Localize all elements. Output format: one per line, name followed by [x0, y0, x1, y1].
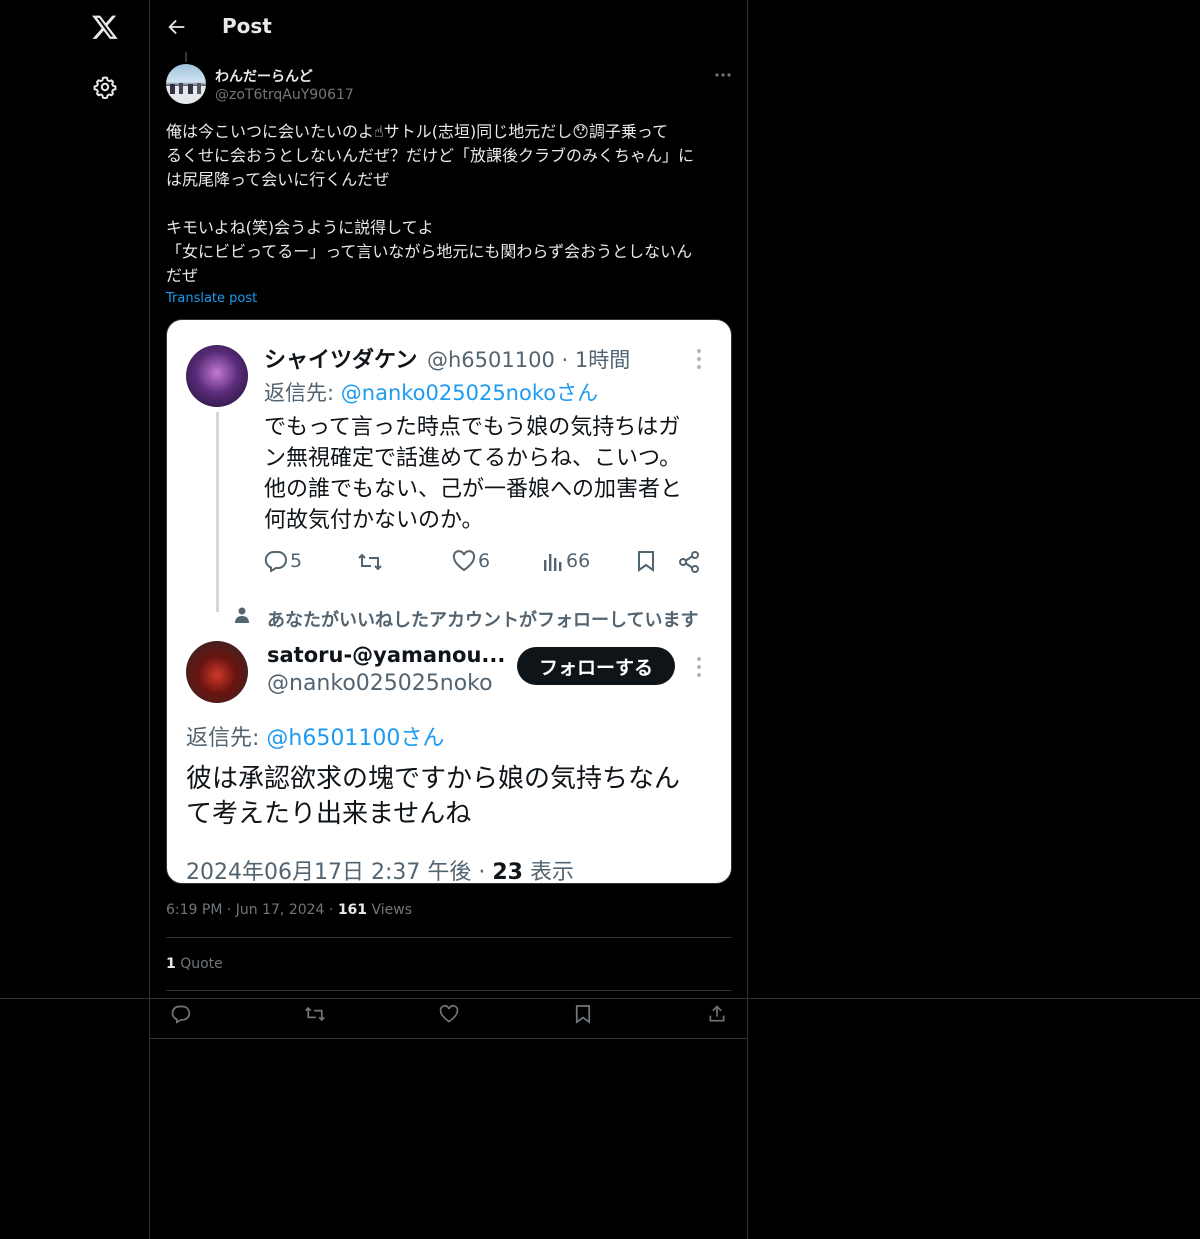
screenshot-more-icon [695, 348, 703, 374]
divider [166, 937, 732, 938]
screenshot-bookmark-icon [637, 550, 655, 576]
screenshot-repost-icon [357, 551, 383, 577]
screenshot-text-line: 彼は承認欲求の塊ですから娘の気持ちなん [186, 764, 681, 794]
x-logo-icon[interactable] [88, 10, 122, 44]
header: Post [150, 0, 747, 54]
gear-icon[interactable] [88, 70, 122, 104]
bookmark-icon[interactable] [572, 1003, 594, 1025]
screenshot-reply-count: 5 [290, 550, 303, 572]
avatar[interactable] [166, 64, 206, 104]
screenshot-view-label: 表示 [522, 860, 574, 884]
screenshot-handle-2: @nanko025025noko [267, 671, 493, 696]
quote-count: 1 [166, 956, 176, 972]
screenshot-text-line: ン無視確定で話進めてるからね、こいつ。 [264, 446, 682, 471]
screenshot-reply-to-2: @h6501100さん [266, 726, 445, 751]
user-handle[interactable]: @zoT6trqAuY90617 [215, 87, 354, 103]
translate-link[interactable]: Translate post [166, 291, 257, 306]
arrow-left-icon[interactable] [166, 16, 188, 38]
screenshot-text-2: 彼は承認欲求の塊ですから娘の気持ちなん て考えたり出来ませんね [186, 762, 680, 832]
screenshot-text-line: 他の誰でもない、己が一番娘への加害者と [264, 477, 683, 502]
quote-label: Quote [180, 956, 223, 972]
actions-divider [149, 1038, 748, 1039]
post-text: 俺は今こいつに会いたいのよ☝サトル(志垣)同じ地元だし😯調子乗って るくせに会お… [166, 122, 695, 285]
screenshot-text-line: 何故気付かないのか。 [264, 508, 484, 533]
share-icon[interactable] [706, 1003, 728, 1025]
screenshot-person-icon [235, 607, 249, 627]
screenshot-name: シャイツダケン [264, 348, 418, 373]
screenshot-timestamp-text: 2024年06月17日 2:37 午後 · [186, 860, 493, 884]
screenshot-social-context: あなたがいいねしたアカウントがフォローしています [267, 610, 699, 631]
screenshot-text-line: て考えたり出来ませんね [186, 799, 472, 829]
screenshot-reply-prefix-2: 返信先: [186, 726, 267, 751]
post-time[interactable]: 6:19 PM [166, 902, 222, 918]
screenshot-thread-line [216, 412, 219, 612]
page-title: Post [222, 14, 272, 38]
screenshot-reply-prefix: 返信先: [264, 381, 341, 405]
views-count: 161 [337, 902, 368, 918]
quote-count-link[interactable]: 1 Quote [166, 956, 223, 972]
display-name[interactable]: わんだーらんど [215, 66, 313, 86]
views-label: Views [371, 902, 413, 918]
repost-icon[interactable] [304, 1003, 326, 1025]
horizontal-divider [0, 998, 1200, 999]
main-column: Post わんだーらんど @zoT6trqAuY90617 俺は今こいつに会いた… [149, 0, 748, 1239]
screenshot-reply-line-2: 返信先: @h6501100さん [186, 720, 444, 752]
screenshot-reply-to: @nanko025025nokoさん [340, 381, 599, 405]
thread-line [185, 52, 187, 62]
screenshot-view-count: 23 [492, 860, 523, 884]
screenshot-name-2: satoru-@yamanou... [267, 643, 506, 667]
screenshot-timestamp: 2024年06月17日 2:37 午後 · 23 表示 [186, 854, 574, 884]
screenshot-avatar [186, 345, 248, 407]
screenshot-share-icon [678, 551, 700, 577]
screenshot-avatar-2 [186, 641, 248, 703]
screenshot-views-action: 66 [542, 550, 590, 572]
divider [166, 990, 732, 991]
screenshot-text-line: でもって言った時点でもう娘の気持ちはガ [264, 415, 681, 440]
screenshot-views-count: 66 [566, 550, 591, 572]
screenshot-follow-button: フォローする [517, 647, 675, 685]
like-icon[interactable] [438, 1003, 460, 1025]
screenshot-reply-action: 5 [264, 550, 302, 572]
attached-image[interactable]: シャイツダケン @h6501100 · 1時間 返信先: @nanko02502… [166, 319, 732, 884]
screenshot-reply-line: 返信先: @nanko025025nokoさん [264, 377, 598, 407]
screenshot-more-icon-2 [695, 656, 703, 682]
left-nav [0, 0, 149, 1239]
screenshot-like-action: 6 [452, 550, 490, 572]
screenshot-like-count: 6 [478, 550, 491, 572]
more-options-icon[interactable] [712, 66, 734, 84]
screenshot-handle-time: @h6501100 · 1時間 [427, 348, 631, 372]
reply-icon[interactable] [170, 1003, 192, 1025]
post-metadata: 6:19 PM · Jun 17, 2024 · 161 Views [166, 902, 413, 918]
screenshot-text: でもって言った時点でもう娘の気持ちはガ ン無視確定で話進めてるからね、こいつ。 … [264, 412, 682, 536]
post-date[interactable]: Jun 17, 2024 [236, 902, 325, 918]
